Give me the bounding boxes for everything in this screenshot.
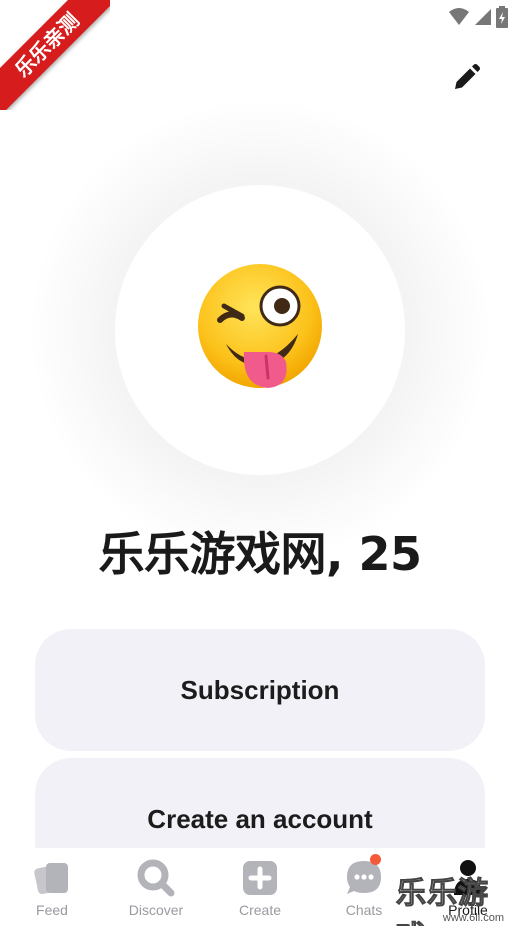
create-account-label: Create an account — [147, 804, 373, 834]
battery-icon — [496, 6, 508, 33]
subscription-label: Subscription — [180, 674, 340, 705]
tab-feed-label: Feed — [36, 902, 68, 918]
search-icon — [136, 858, 176, 898]
subscription-button[interactable]: Subscription — [35, 629, 485, 751]
feed-cards-icon — [32, 858, 72, 898]
person-icon — [448, 858, 488, 898]
tab-feed[interactable]: Feed — [0, 858, 104, 918]
profile-screen: 乐乐亲测 A — [0, 0, 520, 926]
plus-square-icon — [240, 858, 280, 898]
tab-profile[interactable]: Profile — [416, 858, 520, 918]
profile-name: 乐乐游戏网, 25 — [98, 527, 422, 581]
unread-badge — [370, 854, 381, 865]
signal-icon — [474, 7, 492, 32]
tab-discover[interactable]: Discover — [104, 858, 208, 918]
ribbon-text: 乐乐亲测 — [0, 0, 110, 110]
tab-create-label: Create — [238, 902, 282, 918]
tab-create[interactable]: Create — [208, 858, 312, 918]
corner-ribbon: 乐乐亲测 — [0, 0, 110, 110]
pencil-icon — [451, 63, 481, 98]
bottom-tab-bar: Feed Discover Create Chats Profile — [0, 848, 520, 926]
tab-chats[interactable]: Chats — [312, 854, 416, 918]
edit-profile-button[interactable] — [448, 62, 484, 98]
avatar[interactable] — [115, 185, 405, 475]
wifi-icon — [448, 7, 470, 32]
tab-chats-label: Chats — [345, 902, 383, 918]
tab-profile-label: Profile — [448, 902, 488, 918]
winking-face-with-tongue-icon — [194, 262, 326, 399]
tab-discover-label: Discover — [128, 902, 184, 918]
